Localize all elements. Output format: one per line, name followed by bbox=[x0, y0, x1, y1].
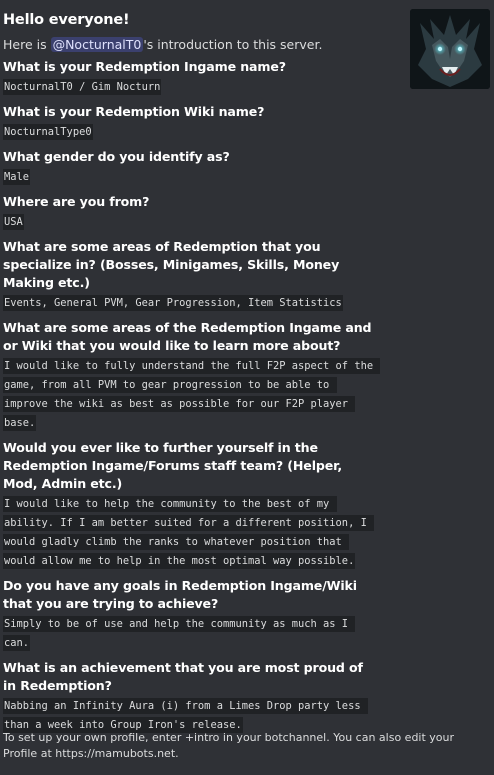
field-name: Do you have any goals in Redemption Inga… bbox=[3, 578, 357, 611]
field-value-code: Events, General PVM, Gear Progression, I… bbox=[3, 294, 375, 313]
field-value-code: I would like to fully understand the ful… bbox=[3, 357, 381, 433]
field-value-code: NocturnalType0 bbox=[3, 123, 375, 142]
field-value: NocturnalT0 / Gim Nocturn bbox=[3, 79, 162, 95]
embed-field: What are some areas of the Redemption In… bbox=[3, 319, 494, 433]
embed-footer: To set up your own profile, enter +intro… bbox=[3, 731, 455, 760]
embed-field: Where are you from? USA bbox=[3, 193, 494, 232]
field-value-code: Male bbox=[3, 168, 375, 187]
description-suffix: 's introduction to this server. bbox=[143, 37, 323, 52]
field-name: What gender do you identify as? bbox=[3, 149, 230, 164]
embed-field: Do you have any goals in Redemption Inga… bbox=[3, 577, 494, 653]
field-value-code: NocturnalT0 / Gim Nocturn bbox=[3, 78, 375, 97]
field-name: What is your Redemption Ingame name? bbox=[3, 59, 286, 74]
embed-field: What are some areas of Redemption that y… bbox=[3, 238, 494, 313]
field-value: I would like to help the community to th… bbox=[3, 496, 375, 569]
embed-field: What gender do you identify as? Male bbox=[3, 148, 494, 187]
field-value: Nabbing an Infinity Aura (i) from a Lime… bbox=[3, 698, 368, 733]
field-value: Events, General PVM, Gear Progression, I… bbox=[3, 295, 343, 311]
embed-field: What is your Redemption Wiki name? Noctur… bbox=[3, 103, 494, 142]
intro-embed: Hello everyone! Here is @NocturnalT0's i… bbox=[0, 0, 494, 775]
field-name: What is your Redemption Wiki name? bbox=[3, 104, 265, 119]
embed-field: Would you ever like to further yourself … bbox=[3, 439, 494, 571]
description-prefix: Here is bbox=[3, 37, 51, 52]
field-value: NocturnalType0 bbox=[3, 124, 93, 140]
field-value: USA bbox=[3, 214, 24, 230]
field-value-code: I would like to help the community to th… bbox=[3, 495, 375, 571]
embed-fields: What is your Redemption Ingame name? Noct… bbox=[3, 58, 494, 735]
field-value: Simply to be of use and help the communi… bbox=[3, 616, 356, 651]
field-name: What are some areas of the Redemption In… bbox=[3, 320, 372, 353]
field-name: Where are you from? bbox=[3, 194, 150, 209]
embed-field: What is an achievement that you are most… bbox=[3, 659, 494, 735]
field-value-code: Simply to be of use and help the communi… bbox=[3, 615, 375, 653]
field-value: Male bbox=[3, 169, 31, 185]
field-name: What is an achievement that you are most… bbox=[3, 660, 363, 693]
user-mention[interactable]: @NocturnalT0 bbox=[50, 37, 144, 52]
wolf-avatar-icon[interactable] bbox=[410, 9, 490, 89]
field-value-code: USA bbox=[3, 213, 375, 232]
field-name: Would you ever like to further yourself … bbox=[3, 440, 342, 491]
field-name: What are some areas of Redemption that y… bbox=[3, 239, 340, 290]
field-value: I would like to fully understand the ful… bbox=[3, 358, 381, 431]
